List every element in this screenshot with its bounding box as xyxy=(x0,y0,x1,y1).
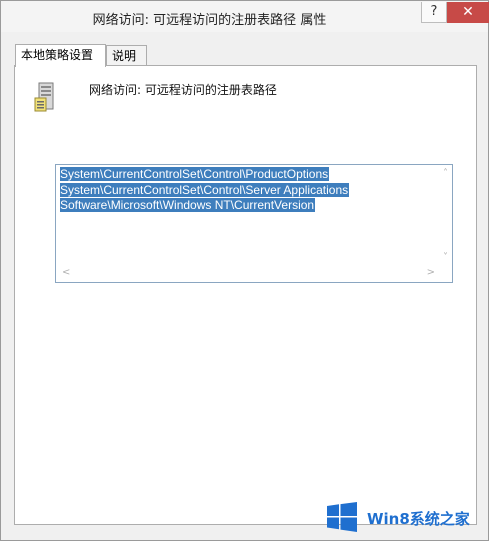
close-button[interactable]: ✕ xyxy=(447,2,489,23)
registry-path-line: System\CurrentControlSet\Control\Product… xyxy=(60,167,330,181)
windows-logo-icon xyxy=(327,502,357,532)
registry-path-line: Software\Microsoft\Windows NT\CurrentVer… xyxy=(60,198,316,212)
help-button[interactable]: ? xyxy=(421,2,447,23)
policy-name: 网络访问: 可远程访问的注册表路径 xyxy=(89,83,277,97)
horizontal-scrollbar[interactable]: < > xyxy=(56,265,454,282)
tab-panel: 网络访问: 可远程访问的注册表路径 System\CurrentControlS… xyxy=(14,65,477,525)
registry-path-line: System\CurrentControlSet\Control\Server … xyxy=(60,182,350,197)
watermark: Win8系统之家 xyxy=(327,500,487,538)
tab-explain[interactable]: 说明 xyxy=(106,45,147,66)
scroll-down-icon[interactable]: ˅ xyxy=(443,253,448,263)
tab-local-policy-setting[interactable]: 本地策略设置 xyxy=(15,44,106,67)
window-title: 网络访问: 可远程访问的注册表路径 属性 xyxy=(92,13,327,28)
server-icon xyxy=(34,82,54,112)
registry-paths-textbox[interactable]: System\CurrentControlSet\Control\Product… xyxy=(55,164,453,283)
registry-paths-list: System\CurrentControlSet\Control\Product… xyxy=(60,167,350,214)
watermark-text: Win8系统之家 xyxy=(367,510,470,528)
scroll-up-icon[interactable]: ˄ xyxy=(443,169,448,179)
scroll-left-icon[interactable]: < xyxy=(62,268,70,278)
title-bar[interactable]: 网络访问: 可远程访问的注册表路径 属性 ? ✕ xyxy=(1,1,489,32)
properties-dialog: 网络访问: 可远程访问的注册表路径 属性 ? ✕ 本地策略设置 说明 网络访问:… xyxy=(0,0,489,541)
scroll-right-icon[interactable]: > xyxy=(427,268,435,278)
vertical-scrollbar[interactable]: ˄ ˅ xyxy=(435,165,452,265)
